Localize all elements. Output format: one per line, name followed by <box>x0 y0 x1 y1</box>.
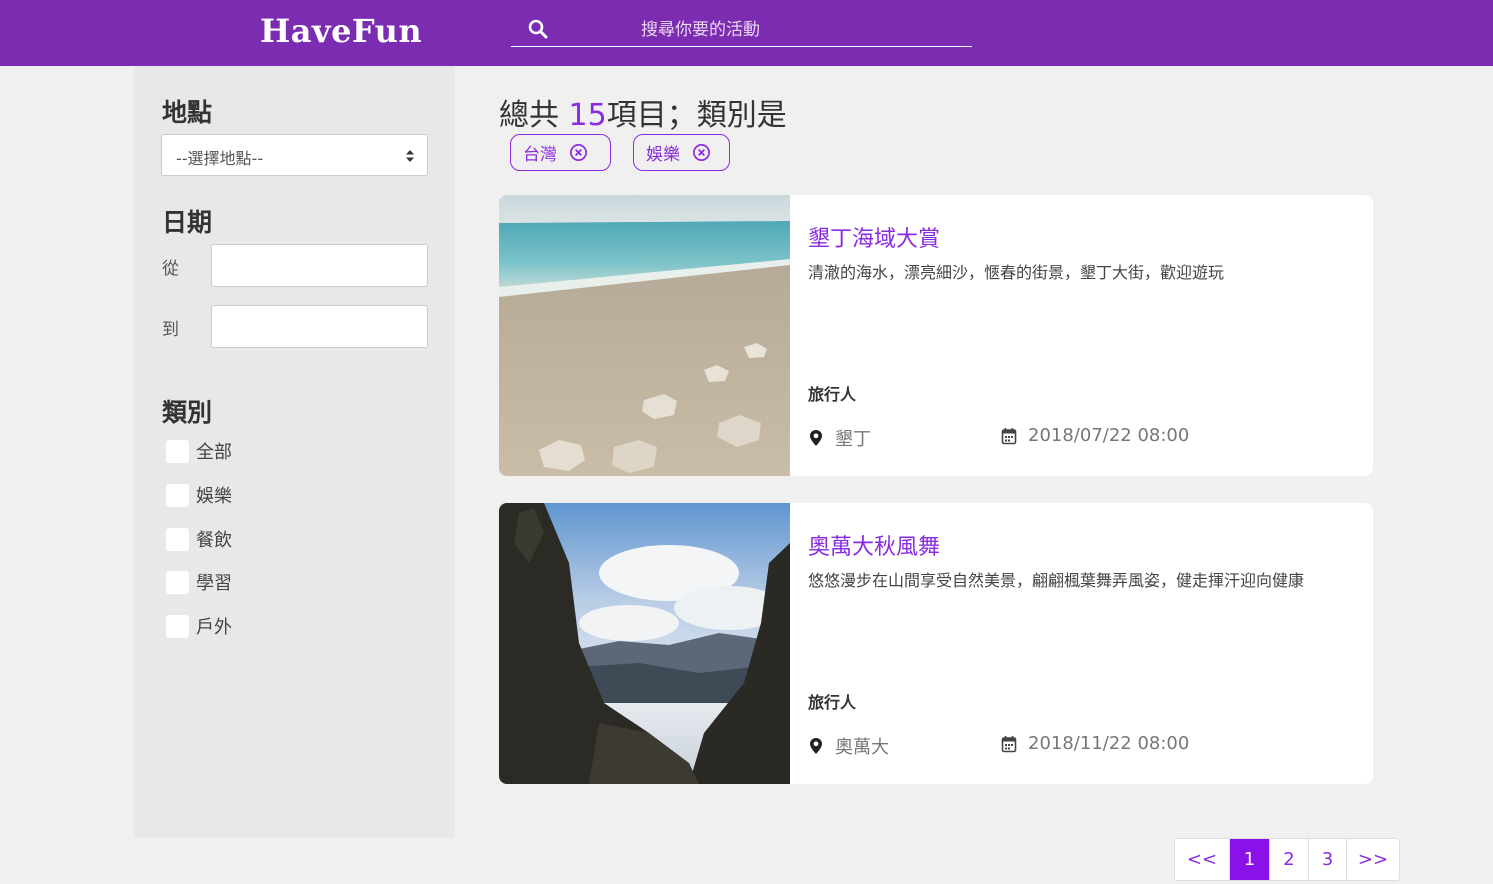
event-card[interactable]: 墾丁海域大賞 清澈的海水，漂亮細沙，愜春的街景，墾丁大街，歡迎遊玩 旅行人 墾丁… <box>499 195 1373 476</box>
event-title[interactable]: 奧萬大秋風舞 <box>808 529 940 561</box>
category-label: 戶外 <box>196 617 232 638</box>
event-organizer: 旅行人 <box>808 693 857 712</box>
category-item-entertainment[interactable]: 娛樂 <box>166 483 232 507</box>
date-from-label: 從 <box>162 259 179 279</box>
location-title: 地點 <box>162 98 213 127</box>
category-label: 全部 <box>196 442 232 463</box>
results-summary: 總共 15項目；類別是 <box>499 90 787 134</box>
close-circle-icon[interactable] <box>569 143 588 162</box>
date-to-input[interactable] <box>211 305 428 348</box>
results-count: 15 <box>568 98 607 133</box>
event-image-mountain[interactable] <box>499 503 790 784</box>
event-date: 2018/07/22 08:00 <box>1001 425 1189 446</box>
tag-label: 台灣 <box>523 145 557 165</box>
map-marker-icon <box>810 430 822 446</box>
pagination: << 1 2 3 >> <box>1174 838 1400 881</box>
filter-tag-entertainment[interactable]: 娛樂 <box>633 134 730 171</box>
checkbox[interactable] <box>166 614 189 638</box>
category-item-outdoor[interactable]: 戶外 <box>166 614 232 638</box>
date-title: 日期 <box>162 208 213 237</box>
tag-label: 娛樂 <box>646 145 680 165</box>
checkbox[interactable] <box>166 483 189 507</box>
map-marker-icon <box>810 738 822 754</box>
close-circle-icon[interactable] <box>692 143 711 162</box>
event-date-text: 2018/11/22 08:00 <box>1028 733 1190 754</box>
location-select-value: --選擇地點-- <box>176 149 264 168</box>
category-label: 娛樂 <box>196 486 232 507</box>
next-page-button[interactable]: >> <box>1346 839 1399 880</box>
event-organizer: 旅行人 <box>808 385 857 404</box>
event-location-text: 奧萬大 <box>835 737 889 758</box>
category-item-learning[interactable]: 學習 <box>166 570 232 594</box>
event-title[interactable]: 墾丁海域大賞 <box>808 221 940 253</box>
event-image-beach[interactable] <box>499 195 790 476</box>
event-date: 2018/11/22 08:00 <box>1001 733 1189 754</box>
top-navbar: HaveFun <box>0 0 1493 66</box>
date-to-label: 到 <box>162 320 179 340</box>
checkbox[interactable] <box>166 570 189 594</box>
results-suffix: 項目；類別是 <box>606 98 787 133</box>
sort-arrows-icon <box>406 150 414 162</box>
search-bar <box>511 12 972 47</box>
category-label: 餐飲 <box>196 530 232 551</box>
category-item-all[interactable]: 全部 <box>166 439 232 463</box>
category-title: 類別 <box>162 398 213 427</box>
search-input[interactable] <box>641 17 961 43</box>
event-location: 墾丁 <box>808 425 871 451</box>
event-location-text: 墾丁 <box>835 429 871 450</box>
event-date-text: 2018/07/22 08:00 <box>1028 425 1190 446</box>
page-3-button[interactable]: 3 <box>1308 839 1346 880</box>
prev-page-button[interactable]: << <box>1175 839 1229 880</box>
search-icon[interactable] <box>528 19 548 39</box>
page-2-button[interactable]: 2 <box>1269 839 1308 880</box>
event-description: 悠悠漫步在山間享受自然美景，翩翩楓葉舞弄風姿，健走揮汗迎向健康 <box>808 571 1305 590</box>
category-item-dining[interactable]: 餐飲 <box>166 527 232 551</box>
checkbox[interactable] <box>166 527 189 551</box>
location-select[interactable]: --選擇地點-- <box>161 134 428 176</box>
event-description: 清澈的海水，漂亮細沙，愜春的街景，墾丁大街，歡迎遊玩 <box>808 263 1225 282</box>
event-card[interactable]: 奧萬大秋風舞 悠悠漫步在山間享受自然美景，翩翩楓葉舞弄風姿，健走揮汗迎向健康 旅… <box>499 503 1373 784</box>
calendar-icon <box>1001 735 1017 752</box>
category-label: 學習 <box>196 573 232 594</box>
logo[interactable]: HaveFun <box>260 12 422 50</box>
calendar-icon <box>1001 427 1017 444</box>
results-prefix: 總共 <box>499 98 569 133</box>
page-1-button[interactable]: 1 <box>1229 839 1269 880</box>
event-location: 奧萬大 <box>808 733 889 759</box>
checkbox[interactable] <box>166 439 189 463</box>
date-from-input[interactable] <box>211 244 428 287</box>
filter-tag-taiwan[interactable]: 台灣 <box>510 134 611 171</box>
filter-sidebar: 地點 --選擇地點-- 日期 從 到 類別 全部 娛樂 餐飲 學習 戶外 <box>134 66 455 838</box>
